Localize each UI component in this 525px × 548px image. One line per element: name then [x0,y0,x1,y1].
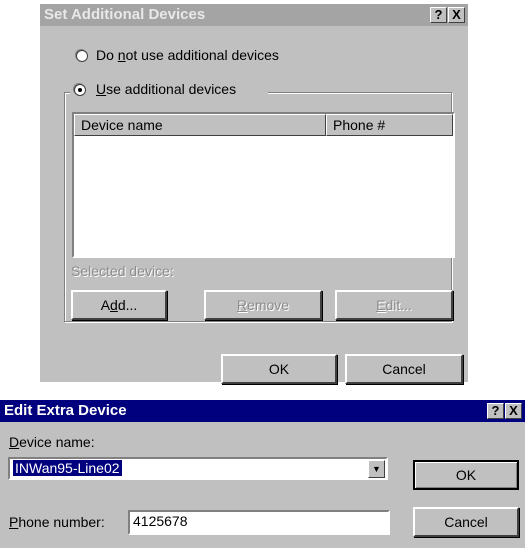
radio-use[interactable] [74,84,86,96]
help-button[interactable]: ? [430,7,447,23]
dialog1-titlebar[interactable]: Set Additional Devices ? X [40,4,468,26]
dialog2-title: Edit Extra Device [4,402,127,419]
device-name-label: Device name: [9,434,95,450]
help-button-2[interactable]: ? [487,403,504,419]
radio-do-not-use[interactable] [76,50,88,62]
radio-do-not-use-label[interactable]: Do not use additional devices [96,47,279,63]
column-phone[interactable]: Phone # [326,114,453,136]
phone-number-input[interactable]: 4125678 [128,510,390,535]
radio-dot [78,88,82,92]
cancel-button[interactable]: Cancel [345,354,463,384]
dialog1-title: Set Additional Devices [44,6,206,23]
add-button[interactable]: Add... [71,290,167,320]
ok-button-2[interactable]: OK [413,460,519,490]
phone-number-label: Phone number: [9,514,105,530]
ok-button[interactable]: OK [221,354,337,384]
edit-extra-device-dialog: Edit Extra Device ? X Device name: INWan… [0,400,525,548]
cancel-button-2[interactable]: Cancel [413,507,519,537]
close-button-2[interactable]: X [505,403,522,419]
device-name-value: INWan95-Line02 [13,460,122,476]
selected-device-label: Selected device: [71,263,174,279]
device-list[interactable]: Device name Phone # [72,112,455,258]
close-button[interactable]: X [448,7,465,23]
edit-button[interactable]: Edit... [335,290,453,320]
chevron-down-icon[interactable]: ▼ [368,460,385,478]
remove-button[interactable]: Remove [204,290,322,320]
radio-use-label[interactable]: Use additional devices [96,81,236,97]
device-name-combo[interactable]: INWan95-Line02 ▼ [8,457,388,480]
column-device-name[interactable]: Device name [74,114,326,136]
set-additional-devices-dialog: Set Additional Devices ? X Do not use ad… [40,4,468,384]
dialog2-titlebar[interactable]: Edit Extra Device ? X [0,400,525,422]
